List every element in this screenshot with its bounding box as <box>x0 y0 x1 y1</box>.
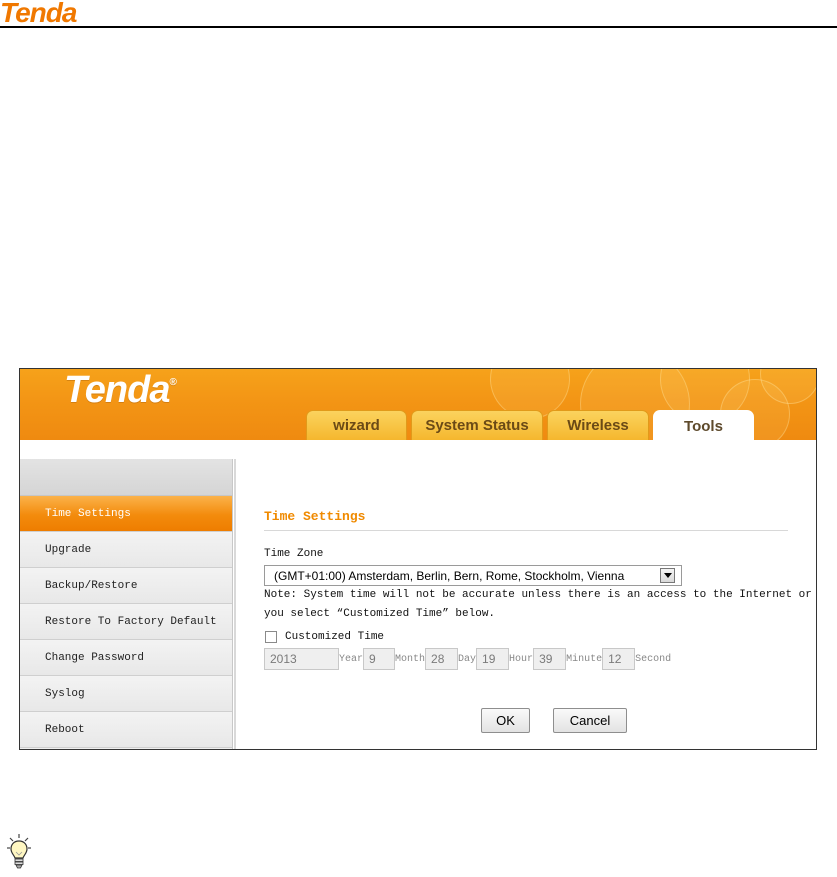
tenda-logo-text: Tenda <box>64 369 170 411</box>
sidebar-item-restore-factory-default[interactable]: Restore To Factory Default <box>20 604 232 640</box>
sidebar-item-time-settings[interactable]: Time Settings <box>20 496 232 532</box>
time-zone-select[interactable]: (GMT+01:00) Amsterdam, Berlin, Bern, Rom… <box>264 565 682 586</box>
title-divider <box>264 530 788 531</box>
registered-mark: ® <box>169 377 177 388</box>
time-zone-label: Time Zone <box>264 548 324 560</box>
day-input[interactable]: 28 <box>425 648 459 670</box>
hour-label: Hour <box>509 653 534 665</box>
time-note-line-2: you select “Customized Time” below. <box>264 608 496 620</box>
time-zone-value: (GMT+01:00) Amsterdam, Berlin, Bern, Rom… <box>274 568 625 583</box>
tab-wizard[interactable]: wizard <box>306 410 407 440</box>
year-label: Year <box>339 653 364 665</box>
banner-underline <box>20 440 816 459</box>
sidebar-divider <box>234 459 236 749</box>
sidebar-header <box>20 459 232 496</box>
tab-system-status[interactable]: System Status <box>411 410 543 440</box>
main-nav-tabs: wizard System Status Wireless Tools <box>306 410 758 440</box>
month-input[interactable]: 9 <box>363 648 396 670</box>
sidebar-item-upgrade[interactable]: Upgrade <box>20 532 232 568</box>
time-settings-panel: Time Settings Time Zone (GMT+01:00) Amst… <box>244 459 816 749</box>
cancel-button[interactable]: Cancel <box>553 708 627 733</box>
sidebar-item-syslog[interactable]: Syslog <box>20 676 232 712</box>
customized-time-row: Customized Time <box>265 631 384 643</box>
customized-time-fields: 2013 Year 9 Month 28 Day 19 Hour 39 Minu… <box>264 648 671 670</box>
sidebar: Time Settings Upgrade Backup/Restore Res… <box>20 459 233 749</box>
document-header-rule <box>0 26 837 28</box>
sidebar-item-change-password[interactable]: Change Password <box>20 640 232 676</box>
time-note-line-1: Note: System time will not be accurate u… <box>264 589 812 601</box>
chevron-down-icon[interactable] <box>660 568 675 583</box>
sidebar-item-reboot[interactable]: Reboot <box>20 712 232 748</box>
page-title: Time Settings <box>264 509 366 524</box>
sidebar-item-backup-restore[interactable]: Backup/Restore <box>20 568 232 604</box>
tab-tools[interactable]: Tools <box>653 410 754 440</box>
customized-time-checkbox[interactable] <box>265 631 277 643</box>
minute-input[interactable]: 39 <box>533 648 567 670</box>
year-input[interactable]: 2013 <box>264 648 339 670</box>
document-logo: Tenda <box>0 0 77 28</box>
ok-button[interactable]: OK <box>481 708 530 733</box>
tab-wireless[interactable]: Wireless <box>547 410 649 440</box>
lightbulb-icon <box>7 834 31 869</box>
top-banner: Tenda® wizard System Status Wireless Too… <box>20 369 816 440</box>
second-label: Second <box>635 653 672 665</box>
tenda-logo: Tenda® <box>64 369 177 412</box>
day-label: Day <box>458 653 477 665</box>
minute-label: Minute <box>566 653 603 665</box>
router-ui-screenshot: Tenda® wizard System Status Wireless Too… <box>19 368 817 750</box>
customized-time-label: Customized Time <box>285 631 385 643</box>
second-input[interactable]: 12 <box>602 648 636 670</box>
month-label: Month <box>395 653 426 665</box>
hour-input[interactable]: 19 <box>476 648 510 670</box>
